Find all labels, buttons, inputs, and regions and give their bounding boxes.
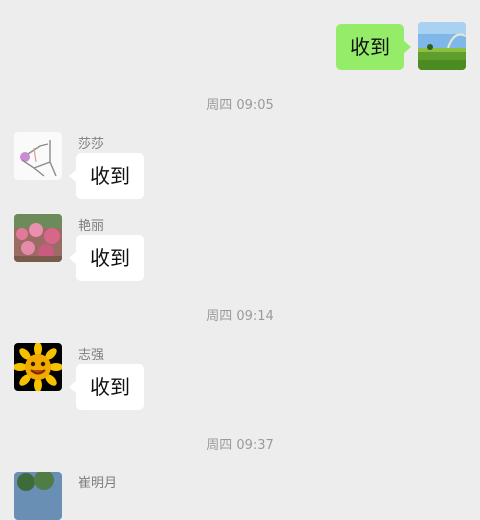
sender-name: 莎莎 <box>78 137 105 152</box>
sender-avatar-shasha[interactable] <box>14 132 62 180</box>
sender-avatar-partial[interactable] <box>14 472 62 520</box>
message-bubble-zhiqiang[interactable]: 收到 <box>69 364 144 410</box>
message-bubble-self[interactable]: 收到 <box>336 24 411 70</box>
timestamp: 周四 09:14 <box>206 309 274 324</box>
sunflower-smiley-icon <box>14 343 62 391</box>
chat-message-list[interactable]: 收到 周四 09:05 莎莎 收到 艳丽 收到 周四 09:14 志强 收到 周… <box>0 0 480 520</box>
sender-avatar-zhiqiang[interactable] <box>14 343 62 391</box>
message-bubble-yanli[interactable]: 收到 <box>69 235 144 281</box>
message-text: 收到 <box>90 375 130 399</box>
message-text: 收到 <box>350 35 390 59</box>
sketch-figure-icon <box>14 132 62 180</box>
sender-name: 志强 <box>78 348 105 363</box>
landscape-photo-icon <box>418 22 466 70</box>
self-avatar[interactable] <box>418 22 466 70</box>
message-bubble-shasha[interactable]: 收到 <box>69 153 144 199</box>
sender-avatar-yanli[interactable] <box>14 214 62 262</box>
pink-flowers-icon <box>14 214 62 262</box>
sender-name: 艳丽 <box>78 219 105 234</box>
sender-name: 崔明月 <box>78 476 118 491</box>
timestamp: 周四 09:37 <box>206 438 274 453</box>
timestamp: 周四 09:05 <box>206 98 274 113</box>
message-text: 收到 <box>90 246 130 270</box>
message-text: 收到 <box>90 164 130 188</box>
tree-photo-icon <box>14 472 62 520</box>
